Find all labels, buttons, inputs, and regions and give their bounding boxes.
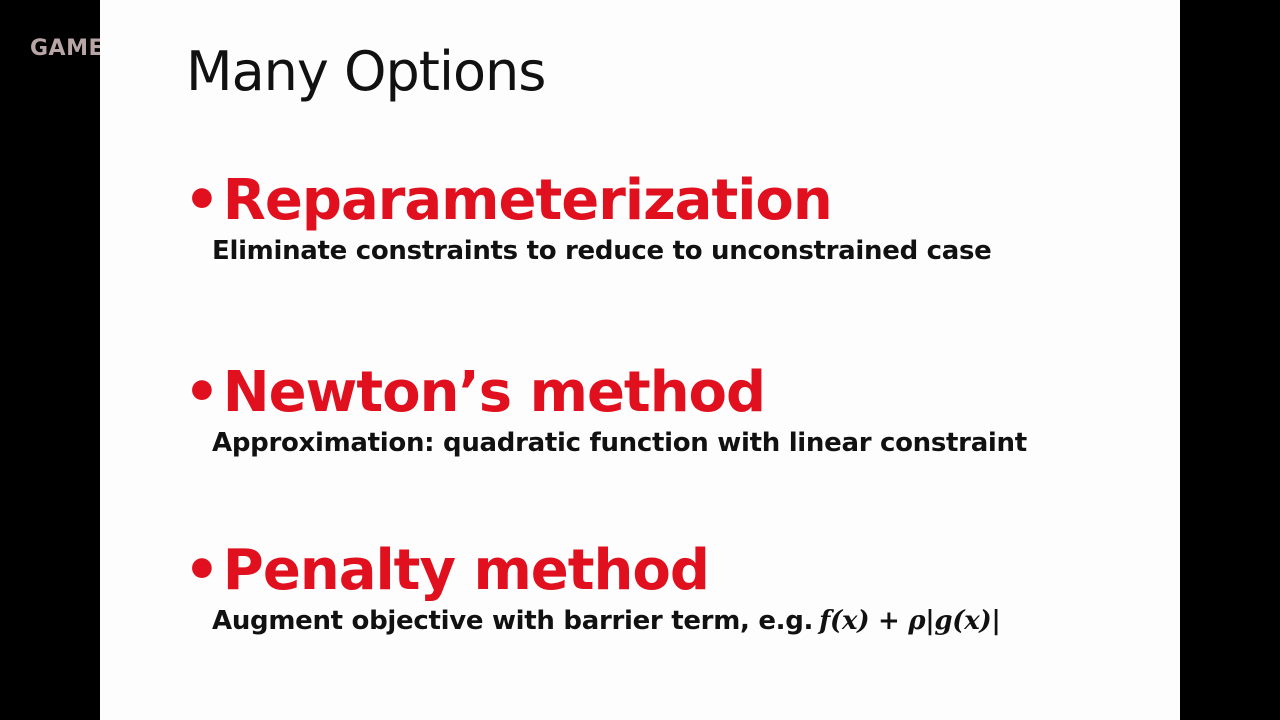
bullet-icon: •	[184, 538, 220, 603]
list-item-penalty-method: • Penalty method Augment objective with …	[184, 540, 1001, 637]
video-frame: GAME Many Options • Reparameterization E…	[0, 0, 1280, 720]
formula: f(x) + ρ|g(x)|	[819, 606, 1001, 636]
list-item-newtons-method: • Newton’s method Approximation: quadrat…	[184, 362, 1027, 459]
item-description: Eliminate constraints to reduce to uncon…	[212, 236, 992, 266]
bullet-icon: •	[184, 168, 220, 233]
item-description: Augment objective with barrier term, e.g…	[212, 606, 814, 636]
item-heading-row: • Reparameterization	[184, 170, 992, 232]
item-heading: Reparameterization	[222, 168, 833, 233]
list-item-reparameterization: • Reparameterization Eliminate constrain…	[184, 170, 992, 267]
bullet-icon: •	[184, 360, 220, 425]
slide-title: Many Options	[186, 40, 546, 103]
item-description-row: Augment objective with barrier term, e.g…	[212, 606, 1001, 636]
watermark-text: GAME	[30, 36, 105, 61]
item-heading: Newton’s method	[222, 360, 766, 425]
item-description: Approximation: quadratic function with l…	[212, 428, 1027, 458]
item-heading: Penalty method	[222, 538, 710, 603]
item-heading-row: • Newton’s method	[184, 362, 1027, 424]
item-heading-row: • Penalty method	[184, 540, 1001, 602]
slide: Many Options • Reparameterization Elimin…	[100, 0, 1180, 720]
